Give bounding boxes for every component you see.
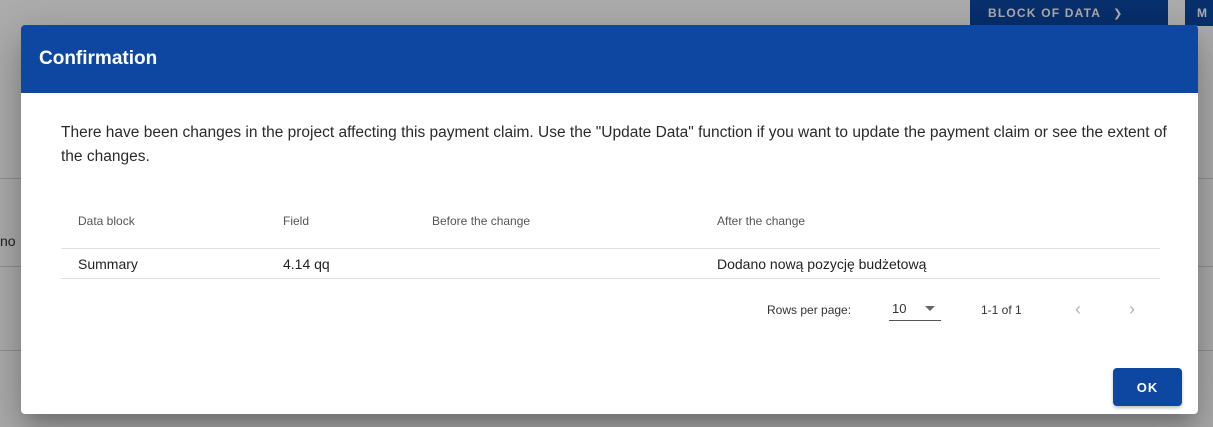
ok-button[interactable]: OK bbox=[1113, 368, 1182, 406]
next-page-icon[interactable]: › bbox=[1122, 299, 1142, 320]
previous-page-icon[interactable]: ‹ bbox=[1068, 299, 1088, 320]
rows-per-page-select[interactable]: 10 bbox=[889, 297, 941, 321]
cell-field: 4.14 qq bbox=[283, 255, 330, 272]
column-header-data-block[interactable]: Data block bbox=[78, 193, 135, 248]
table-row: Summary 4.14 qq Dodano nową pozycję budż… bbox=[61, 249, 1160, 279]
dropdown-caret-icon bbox=[925, 306, 935, 311]
column-header-before[interactable]: Before the change bbox=[432, 193, 530, 248]
table-header: Data block Field Before the change After… bbox=[61, 193, 1160, 249]
pagination-range: 1-1 of 1 bbox=[981, 303, 1022, 317]
cell-data-block: Summary bbox=[78, 255, 138, 272]
changes-table: Data block Field Before the change After… bbox=[61, 193, 1160, 279]
dialog-header: Confirmation bbox=[21, 25, 1198, 93]
column-header-field[interactable]: Field bbox=[283, 193, 309, 248]
column-header-after[interactable]: After the change bbox=[717, 193, 805, 248]
rows-per-page-value: 10 bbox=[892, 301, 907, 316]
dialog-title: Confirmation bbox=[39, 48, 158, 69]
confirmation-dialog: Confirmation There have been changes in … bbox=[21, 25, 1198, 414]
rows-per-page-label: Rows per page: bbox=[767, 303, 852, 317]
cell-after: Dodano nową pozycję budżetową bbox=[717, 255, 927, 272]
dialog-message: There have been changes in the project a… bbox=[61, 124, 1167, 165]
table-pagination: Rows per page: 10 1-1 of 1 ‹ › bbox=[61, 293, 1160, 329]
